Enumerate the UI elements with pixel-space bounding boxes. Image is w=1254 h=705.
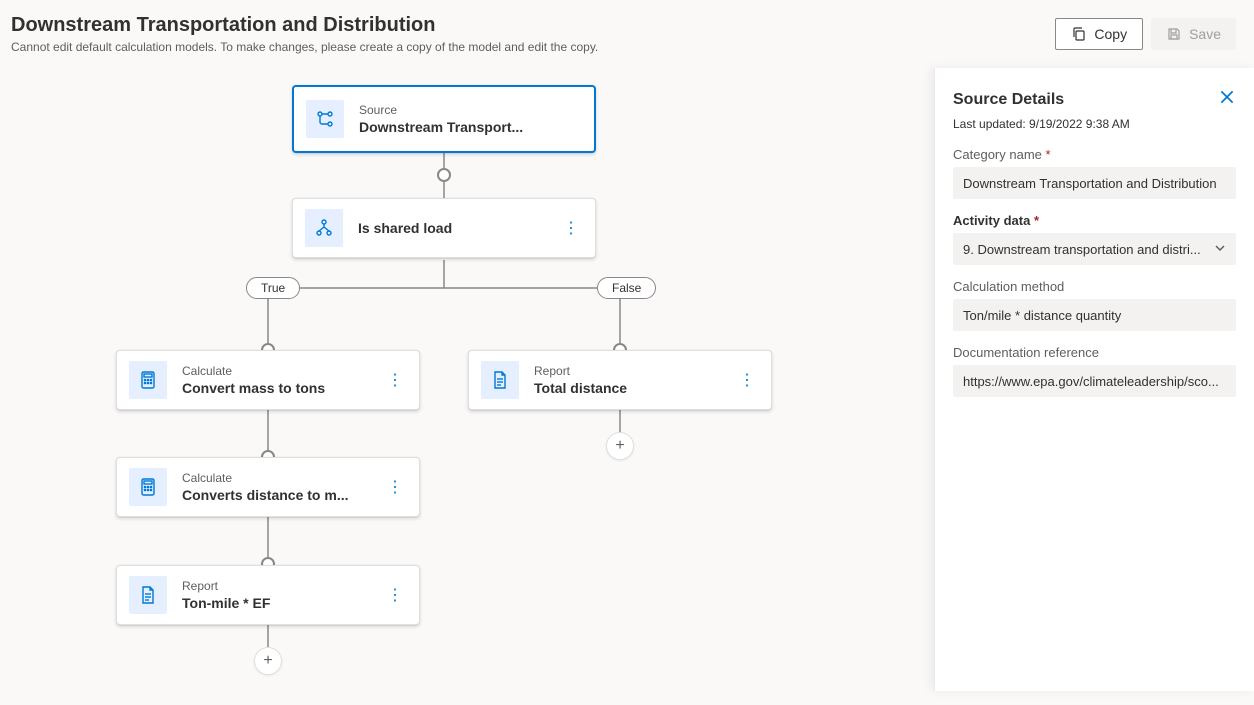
close-icon <box>1218 88 1236 106</box>
copy-button[interactable]: Copy <box>1055 18 1143 50</box>
chevron-down-icon <box>1214 242 1226 257</box>
category-field[interactable]: Downstream Transportation and Distributi… <box>953 167 1236 199</box>
copy-label: Copy <box>1094 26 1127 42</box>
node-title: Ton-mile * EF <box>182 595 383 611</box>
add-step-button[interactable] <box>606 432 634 460</box>
node-title: Is shared load <box>358 220 559 236</box>
save-button: Save <box>1151 18 1236 50</box>
node-condition[interactable]: Is shared load <box>292 198 596 258</box>
calculate-icon <box>129 361 167 399</box>
node-type-label: Report <box>182 579 383 593</box>
branch-false: False <box>597 277 656 299</box>
report-icon <box>129 576 167 614</box>
node-title: Total distance <box>534 380 735 396</box>
method-label: Calculation method <box>953 279 1236 294</box>
more-icon[interactable] <box>559 212 583 244</box>
save-icon <box>1166 26 1182 42</box>
node-report-2[interactable]: Report Total distance <box>468 350 772 410</box>
activity-label: Activity data * <box>953 213 1236 228</box>
activity-select[interactable]: 9. Downstream transportation and distri.… <box>953 233 1236 265</box>
doc-label: Documentation reference <box>953 345 1236 360</box>
doc-field[interactable]: https://www.epa.gov/climateleadership/sc… <box>953 365 1236 397</box>
close-button[interactable] <box>1218 88 1236 111</box>
node-source[interactable]: Source Downstream Transport... <box>292 85 596 153</box>
panel-title: Source Details <box>953 91 1064 109</box>
connector-joint <box>437 168 451 182</box>
page-subtitle: Cannot edit default calculation models. … <box>11 40 598 54</box>
report-icon <box>481 361 519 399</box>
node-title: Convert mass to tons <box>182 380 383 396</box>
more-icon[interactable] <box>383 471 407 503</box>
details-panel: Source Details Last updated: 9/19/2022 9… <box>934 68 1254 691</box>
condition-icon <box>305 209 343 247</box>
save-label: Save <box>1189 26 1221 42</box>
last-updated: Last updated: 9/19/2022 9:38 AM <box>953 117 1236 131</box>
node-type-label: Source <box>359 103 582 117</box>
more-icon[interactable] <box>383 579 407 611</box>
node-type-label: Calculate <box>182 364 383 378</box>
source-icon <box>306 100 344 138</box>
category-label: Category name * <box>953 147 1236 162</box>
node-calculate-1[interactable]: Calculate Convert mass to tons <box>116 350 420 410</box>
node-type-label: Calculate <box>182 471 383 485</box>
method-field[interactable]: Ton/mile * distance quantity <box>953 299 1236 331</box>
more-icon[interactable] <box>735 364 759 396</box>
more-icon[interactable] <box>383 364 407 396</box>
copy-icon <box>1071 26 1087 42</box>
node-title: Converts distance to m... <box>182 487 383 503</box>
branch-true: True <box>246 277 300 299</box>
calculate-icon <box>129 468 167 506</box>
add-step-button[interactable] <box>254 647 282 675</box>
node-report-1[interactable]: Report Ton-mile * EF <box>116 565 420 625</box>
node-calculate-2[interactable]: Calculate Converts distance to m... <box>116 457 420 517</box>
page-title: Downstream Transportation and Distributi… <box>11 14 598 37</box>
node-type-label: Report <box>534 364 735 378</box>
node-title: Downstream Transport... <box>359 119 582 135</box>
